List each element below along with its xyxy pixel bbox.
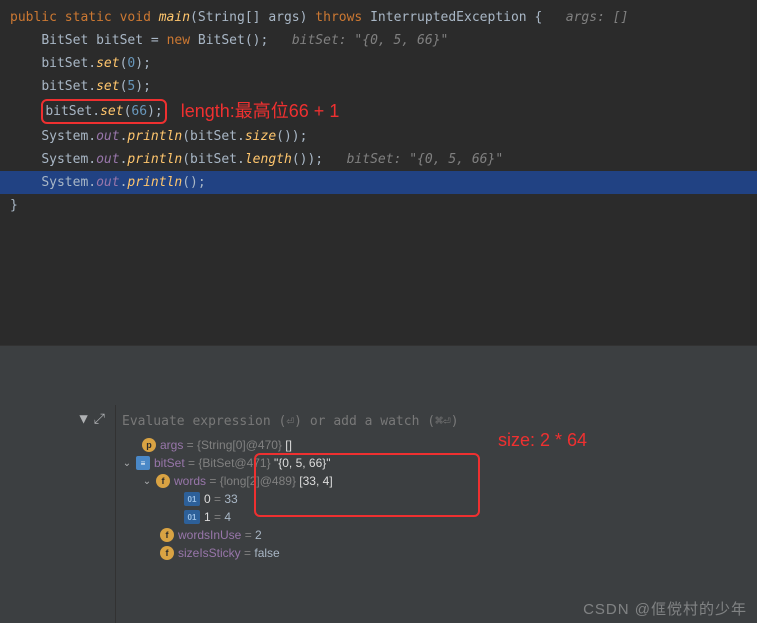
debug-variables: Evaluate expression (⏎) or add a watch (… xyxy=(116,405,757,623)
var-words-1[interactable]: 01 1 = 4 xyxy=(122,508,751,526)
code-line: System.out.println(bitSet.size()); xyxy=(0,125,757,148)
code-line: System.out.println(bitSet.length()); bit… xyxy=(0,148,757,171)
annotation-size: size: 2 * 64 xyxy=(498,430,587,451)
code-line: bitSet.set(66); length:最高位66 + 1 xyxy=(0,98,757,125)
annotation-length: length:最高位66 + 1 xyxy=(181,101,340,121)
param-icon: p xyxy=(142,438,156,452)
evaluate-input[interactable]: Evaluate expression (⏎) or add a watch (… xyxy=(116,411,757,432)
index-icon: 01 xyxy=(184,492,200,506)
var-sizeissticky[interactable]: f sizeIsSticky = false xyxy=(122,544,751,562)
index-icon: 01 xyxy=(184,510,200,524)
code-line: BitSet bitSet = new BitSet(); bitSet: "{… xyxy=(0,29,757,52)
var-words-0[interactable]: 01 0 = 33 xyxy=(122,490,751,508)
collapse-icon[interactable]: ⌄ xyxy=(142,476,152,487)
filter-icon[interactable]: ▼ xyxy=(79,411,87,617)
debug-toolbar: ▼ ⤢ xyxy=(0,405,116,623)
var-wordsinuse[interactable]: f wordsInUse = 2 xyxy=(122,526,751,544)
code-line: bitSet.set(0); xyxy=(0,52,757,75)
code-editor[interactable]: public static void main(String[] args) t… xyxy=(0,0,757,345)
debug-panel: ▼ ⤢ Evaluate expression (⏎) or add a wat… xyxy=(0,405,757,623)
var-words[interactable]: ⌄ f words = {long[2]@489} [33, 4] xyxy=(122,472,751,490)
collapse-icon[interactable]: ⌄ xyxy=(122,458,132,469)
highlight-box: bitSet.set(66); xyxy=(41,99,166,124)
code-line-current: System.out.println(); xyxy=(0,171,757,194)
code-line: public static void main(String[] args) t… xyxy=(0,6,757,29)
panel-divider[interactable] xyxy=(0,345,757,405)
code-line: } xyxy=(0,194,757,217)
field-icon: f xyxy=(156,474,170,488)
field-icon: f xyxy=(160,528,174,542)
var-bitset[interactable]: ⌄ ≡ bitSet = {BitSet@471} "{0, 5, 66}" xyxy=(122,454,751,472)
expand-icon[interactable]: ⤢ xyxy=(94,411,105,617)
watermark: CSDN @㑌傥村的少年 xyxy=(583,598,747,619)
code-line: bitSet.set(5); xyxy=(0,75,757,98)
struct-icon: ≡ xyxy=(136,456,150,470)
field-icon: f xyxy=(160,546,174,560)
var-args[interactable]: p args = {String[0]@470} [] xyxy=(122,436,751,454)
